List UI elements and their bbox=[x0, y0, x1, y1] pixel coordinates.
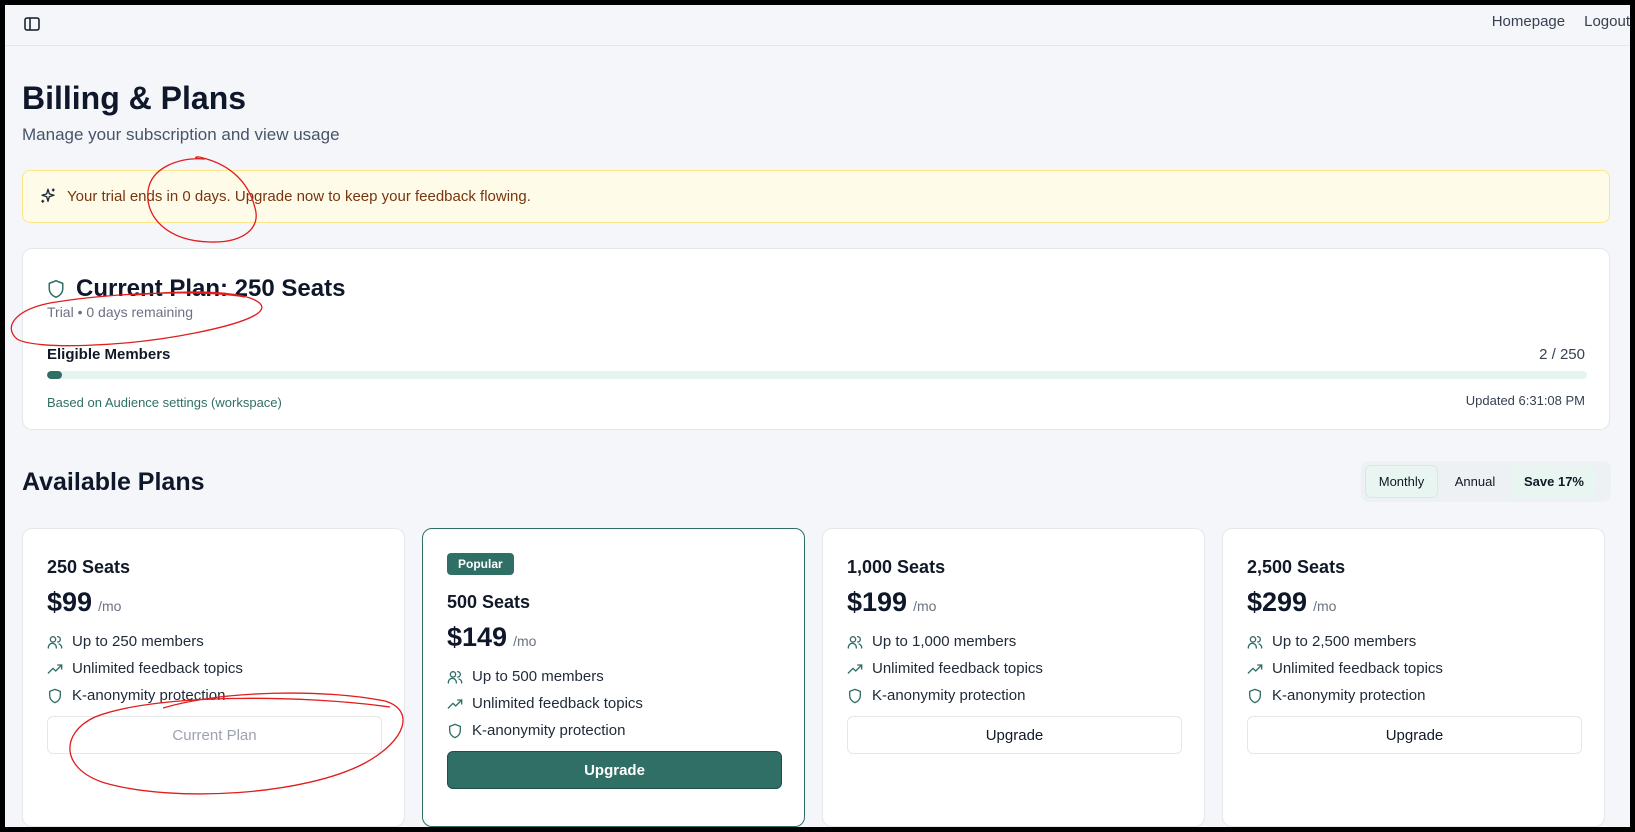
price-amount: $149 bbox=[447, 622, 508, 652]
plan-name: 1,000 Seats bbox=[847, 557, 946, 577]
plan-price: $199 /mo bbox=[847, 587, 936, 618]
plan-price: $149 /mo bbox=[447, 622, 536, 653]
feature-members: Up to 1,000 members bbox=[847, 633, 1016, 650]
users-icon bbox=[447, 670, 463, 684]
sidebar-toggle-icon[interactable] bbox=[21, 14, 43, 34]
feature-topics: Unlimited feedback topics bbox=[47, 660, 243, 677]
trending-up-icon bbox=[47, 663, 63, 674]
feature-text: K-anonymity protection bbox=[472, 722, 626, 739]
plan-name: 250 Seats bbox=[47, 557, 131, 577]
plan-card-500: Popular 500 Seats $149 /mo Up to 500 mem… bbox=[422, 528, 805, 827]
feature-topics: Unlimited feedback topics bbox=[1247, 660, 1443, 677]
feature-anonymity: K-anonymity protection bbox=[47, 687, 225, 704]
feature-anonymity: K-anonymity protection bbox=[847, 687, 1025, 704]
feature-text: Up to 250 members bbox=[72, 633, 204, 650]
trial-banner: Your trial ends in 0 days. Upgrade now t… bbox=[22, 170, 1610, 223]
feature-anonymity: K-anonymity protection bbox=[1247, 687, 1425, 704]
feature-topics: Unlimited feedback topics bbox=[447, 695, 643, 712]
feature-members: Up to 500 members bbox=[447, 668, 604, 685]
plan-name: 500 Seats bbox=[447, 592, 531, 612]
members-progress-bar bbox=[47, 371, 1587, 379]
shield-icon bbox=[849, 688, 861, 703]
feature-members: Up to 2,500 members bbox=[1247, 633, 1416, 650]
top-nav: Homepage Logout bbox=[1492, 13, 1630, 30]
feature-text: Unlimited feedback topics bbox=[872, 660, 1043, 677]
feature-members: Up to 250 members bbox=[47, 633, 204, 650]
trending-up-icon bbox=[847, 663, 863, 674]
users-icon bbox=[47, 635, 63, 649]
feature-text: Up to 2,500 members bbox=[1272, 633, 1417, 650]
feature-text: Unlimited feedback topics bbox=[1272, 660, 1443, 677]
price-amount: $199 bbox=[847, 587, 908, 617]
plan-card-2500: 2,500 Seats $299 /mo Up to 2,500 members… bbox=[1222, 528, 1605, 827]
save-badge: Save 17% bbox=[1512, 465, 1596, 498]
trending-up-icon bbox=[447, 698, 463, 709]
price-period: /mo bbox=[913, 598, 937, 614]
feature-text: K-anonymity protection bbox=[872, 687, 1026, 704]
price-amount: $299 bbox=[1247, 587, 1308, 617]
popular-badge: Popular bbox=[447, 553, 514, 575]
plan-card-250: 250 Seats $99 /mo Up to 250 members Unli… bbox=[22, 528, 405, 827]
users-icon bbox=[1247, 635, 1263, 649]
trial-banner-text: Your trial ends in 0 days. Upgrade now t… bbox=[67, 188, 531, 205]
available-plans-heading: Available Plans bbox=[22, 468, 205, 496]
app-window: Homepage Logout Billing & Plans Manage y… bbox=[5, 5, 1630, 827]
feature-anonymity: K-anonymity protection bbox=[447, 722, 625, 739]
page-subtitle: Manage your subscription and view usage bbox=[22, 125, 340, 144]
eligible-members-count: 2 / 250 bbox=[1539, 346, 1585, 363]
monthly-option[interactable]: Monthly bbox=[1365, 465, 1438, 498]
sparkles-icon bbox=[39, 187, 57, 205]
price-period: /mo bbox=[513, 633, 537, 649]
members-progress-fill bbox=[47, 371, 63, 379]
shield-icon bbox=[449, 723, 461, 738]
price-period: /mo bbox=[1313, 598, 1337, 614]
shield-icon bbox=[47, 279, 65, 299]
plan-name: 2,500 Seats bbox=[1247, 557, 1346, 577]
eligible-members-label: Eligible Members bbox=[47, 346, 171, 363]
plan-price: $299 /mo bbox=[1247, 587, 1336, 618]
upgrade-button[interactable]: Upgrade bbox=[847, 716, 1182, 754]
homepage-link[interactable]: Homepage bbox=[1492, 13, 1565, 30]
trending-up-icon bbox=[1247, 663, 1263, 674]
logout-link[interactable]: Logout bbox=[1584, 13, 1630, 30]
price-amount: $99 bbox=[47, 587, 93, 617]
feature-text: Unlimited feedback topics bbox=[72, 660, 243, 677]
current-plan-button: Current Plan bbox=[47, 716, 382, 754]
feature-text: Unlimited feedback topics bbox=[472, 695, 643, 712]
feature-text: Up to 500 members bbox=[472, 668, 604, 685]
feature-topics: Unlimited feedback topics bbox=[847, 660, 1043, 677]
current-plan-title: Current Plan: 250 Seats bbox=[76, 275, 346, 302]
plan-card-1000: 1,000 Seats $199 /mo Up to 1,000 members… bbox=[822, 528, 1205, 827]
feature-text: K-anonymity protection bbox=[1272, 687, 1426, 704]
annual-option[interactable]: Annual bbox=[1438, 465, 1512, 498]
price-period: /mo bbox=[98, 598, 122, 614]
feature-text: Up to 1,000 members bbox=[872, 633, 1017, 650]
members-source-note: Based on Audience settings (workspace) bbox=[47, 395, 282, 410]
current-plan-card: Current Plan: 250 Seats Trial • 0 days r… bbox=[22, 248, 1610, 430]
feature-text: K-anonymity protection bbox=[72, 687, 226, 704]
users-icon bbox=[847, 635, 863, 649]
page-title: Billing & Plans bbox=[22, 80, 247, 116]
upgrade-button[interactable]: Upgrade bbox=[447, 751, 782, 789]
top-bar: Homepage Logout bbox=[5, 5, 1630, 46]
shield-icon bbox=[49, 688, 61, 703]
upgrade-button[interactable]: Upgrade bbox=[1247, 716, 1582, 754]
plan-price: $99 /mo bbox=[47, 587, 121, 618]
current-plan-status: Trial • 0 days remaining bbox=[47, 304, 193, 320]
shield-icon bbox=[1249, 688, 1261, 703]
last-updated: Updated 6:31:08 PM bbox=[1465, 393, 1585, 408]
billing-period-toggle: Monthly Annual Save 17% bbox=[1361, 461, 1611, 502]
